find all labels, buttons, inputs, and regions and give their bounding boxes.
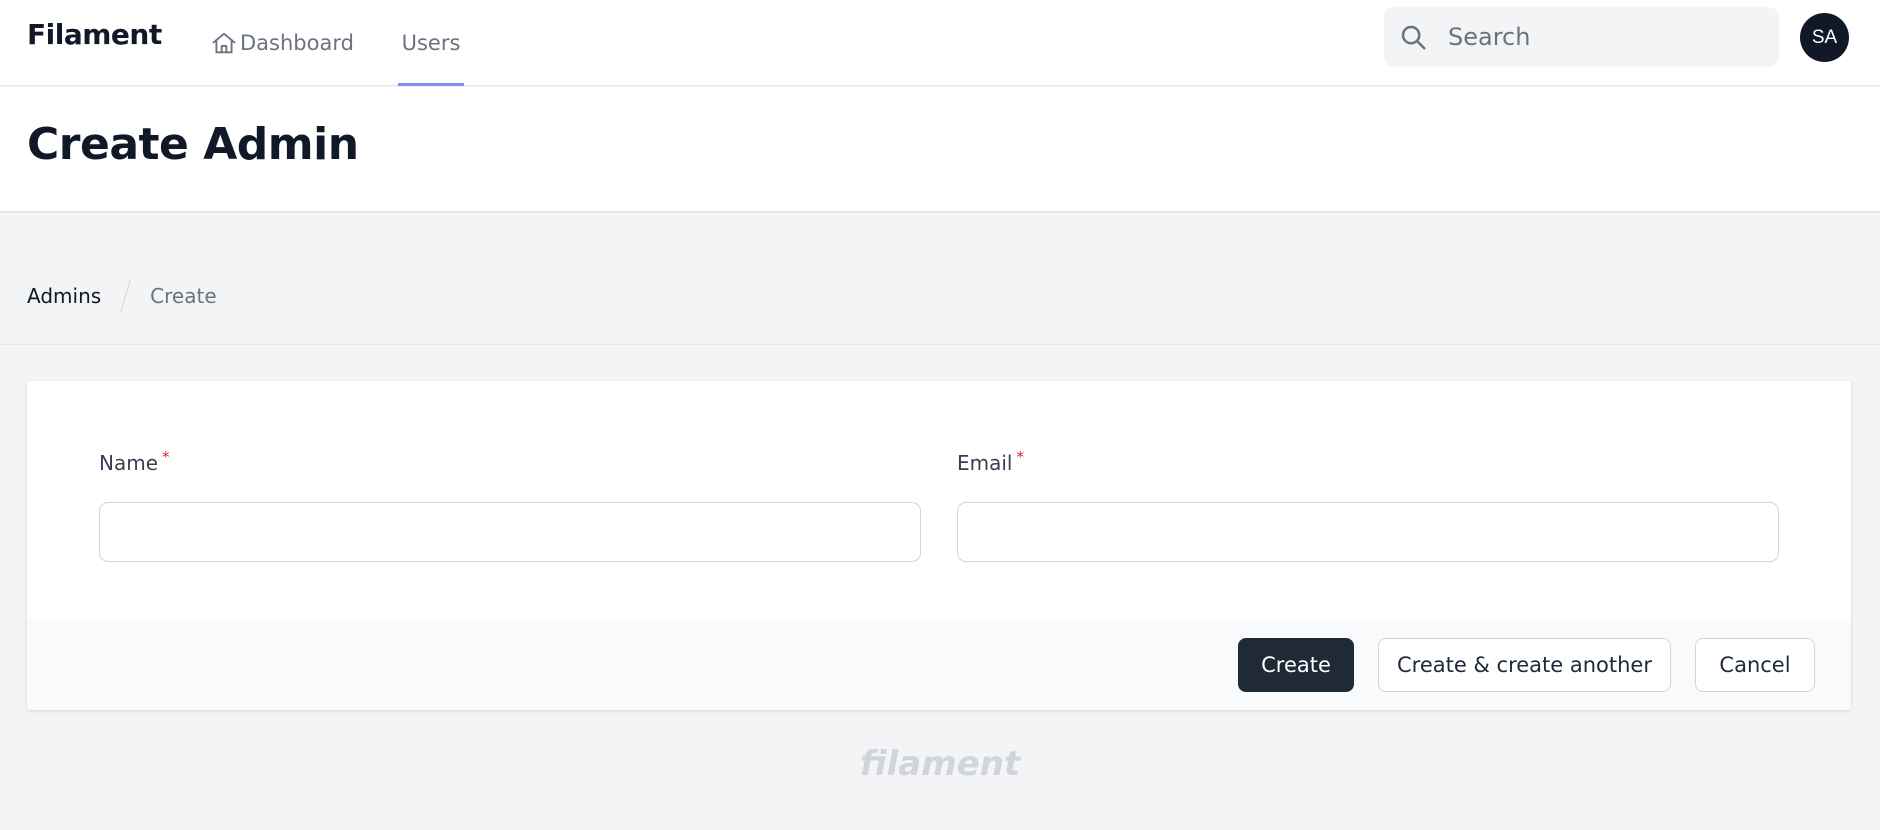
required-indicator: * (162, 448, 170, 466)
breadcrumb-item-create: Create (150, 284, 217, 308)
create-another-button[interactable]: Create & create another (1378, 638, 1671, 692)
top-navigation-bar: Filament Dashboard Users SA (0, 0, 1880, 86)
create-admin-form: Name * Email * Create Create & create an… (27, 381, 1851, 710)
user-avatar[interactable]: SA (1800, 13, 1849, 62)
search-icon (1398, 22, 1428, 52)
footer-logo: filament (859, 744, 1021, 784)
breadcrumb: Admins Create (27, 278, 217, 314)
name-label-text: Name (99, 451, 159, 475)
email-label-text: Email (957, 451, 1013, 475)
cancel-button[interactable]: Cancel (1695, 638, 1815, 692)
form-actions: Create Create & create another Cancel (27, 619, 1851, 710)
name-label: Name * (99, 448, 921, 483)
global-search[interactable] (1384, 7, 1779, 67)
page-header: Create Admin (0, 87, 1880, 213)
nav-item-dashboard-label: Dashboard (240, 31, 354, 55)
nav-item-users[interactable]: Users (398, 0, 464, 86)
breadcrumb-item-admins[interactable]: Admins (27, 284, 101, 308)
home-icon (210, 29, 238, 57)
nav-item-dashboard[interactable]: Dashboard (210, 0, 354, 86)
active-tab-indicator (398, 83, 464, 86)
name-field-group: Name * (99, 448, 921, 562)
required-indicator: * (1016, 448, 1025, 466)
create-button[interactable]: Create (1238, 638, 1354, 692)
search-input[interactable] (1446, 22, 1770, 52)
nav-item-users-label: Users (401, 31, 461, 55)
email-field-group: Email * (957, 448, 1779, 562)
divider (0, 344, 1880, 345)
name-input[interactable] (99, 502, 921, 562)
breadcrumb-separator (120, 279, 131, 313)
email-input[interactable] (957, 502, 1779, 562)
page-title: Create Admin (27, 119, 359, 170)
email-label: Email * (957, 448, 1779, 483)
brand-logo[interactable]: Filament (27, 18, 162, 51)
